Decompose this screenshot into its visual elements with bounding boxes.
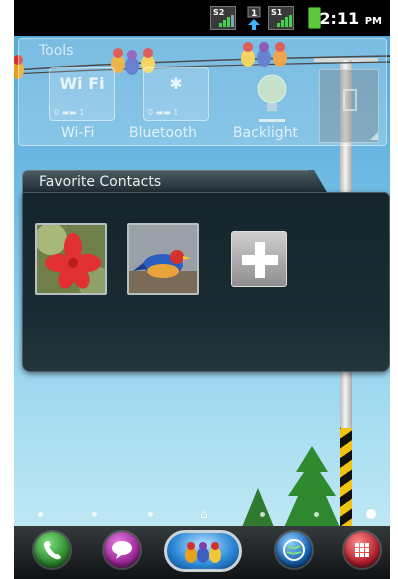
battery-icon: [343, 89, 378, 140]
dock: [14, 526, 390, 579]
bluetooth-toggle[interactable]: ✱ 0 ▬▬ 1: [143, 67, 209, 121]
bluetooth-label: Bluetooth: [129, 125, 197, 141]
favorite-contacts-title: Favorite Contacts: [39, 174, 162, 190]
contact-bird[interactable]: [127, 223, 199, 295]
sim-signal-icon: S2: [210, 6, 236, 30]
add-contact-button[interactable]: [231, 231, 287, 287]
backlight-label: Backlight: [233, 125, 299, 141]
wifi-icon: Wi Fi: [59, 74, 105, 93]
plus-icon: [242, 242, 278, 278]
messaging-icon[interactable]: [104, 532, 140, 568]
backlight-toggle[interactable]: [239, 67, 305, 122]
favorite-contacts-tab: Favorite Contacts: [22, 170, 312, 194]
tools-title: Tools: [39, 43, 74, 59]
browser-icon[interactable]: [276, 532, 312, 568]
home-icon[interactable]: ⌂: [200, 507, 208, 521]
bluetooth-icon: ✱: [169, 74, 183, 93]
battery-tool[interactable]: [319, 69, 379, 143]
wifi-level: 0 ▬▬ 1: [54, 108, 85, 117]
home-screen: S2 1 S1 2:11 PM Tools Wi Fi 0 ▬▬ 1 Wi-Fi…: [14, 0, 390, 579]
wifi-toggle[interactable]: Wi Fi 0 ▬▬ 1: [49, 67, 115, 121]
bluetooth-level: 0 ▬▬ 1: [148, 108, 179, 117]
contact-flower[interactable]: [35, 223, 107, 295]
tools-widget: Tools Wi Fi 0 ▬▬ 1 Wi-Fi ✱ 0 ▬▬ 1 Blueto…: [18, 38, 387, 146]
status-bar: S2 1 S1 2:11 PM: [14, 0, 390, 36]
birds-icon[interactable]: [164, 530, 242, 572]
favorite-contacts-panel: [22, 192, 390, 372]
wifi-label: Wi-Fi: [61, 125, 95, 141]
sim2-signal-icon: S1: [268, 6, 294, 30]
clock: 2:11 PM: [319, 9, 382, 28]
lightbulb-icon: [257, 74, 287, 122]
data-transfer-icon: 1: [246, 6, 262, 30]
favorite-contacts-widget: Favorite Contacts: [22, 170, 390, 372]
svg-text:1: 1: [251, 9, 257, 19]
bird-photo: [129, 225, 197, 293]
app-drawer-icon[interactable]: [344, 532, 380, 568]
phone-icon[interactable]: [34, 532, 70, 568]
flower-photo: [37, 225, 105, 293]
page-indicator: ⌂: [14, 507, 390, 522]
